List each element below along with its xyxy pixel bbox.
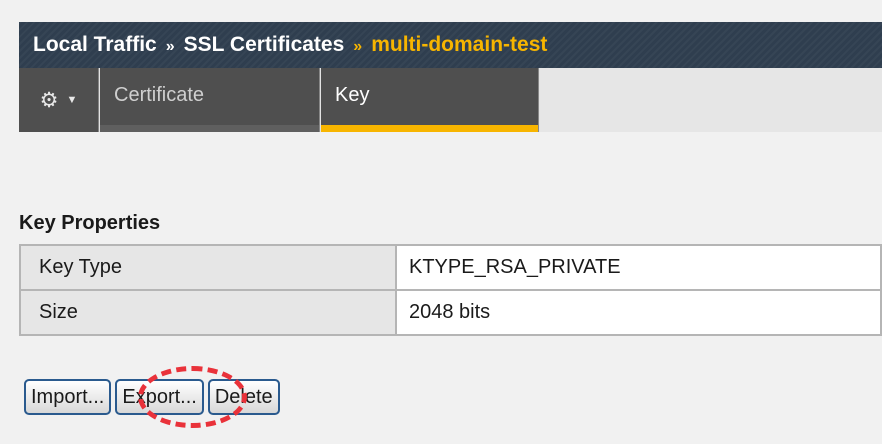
key-properties-table: Key Type KTYPE_RSA_PRIVATE Size 2048 bit… <box>19 244 882 336</box>
size-value: 2048 bits <box>395 289 882 336</box>
gear-menu-button[interactable]: ⚙ ▼ <box>19 68 99 132</box>
tab-certificate-label: Certificate <box>114 84 205 106</box>
tab-bar-filler <box>540 68 882 132</box>
key-type-value: KTYPE_RSA_PRIVATE <box>395 244 882 291</box>
action-buttons: Import... Export... Delete <box>24 379 280 415</box>
tab-key-label: Key <box>335 84 370 106</box>
tab-key[interactable]: Key <box>321 68 539 132</box>
gear-icon: ⚙ <box>39 88 59 112</box>
breadcrumb-local-traffic[interactable]: Local Traffic <box>33 33 157 57</box>
key-type-label: Key Type <box>19 244 397 291</box>
tab-certificate[interactable]: Certificate <box>100 68 320 132</box>
breadcrumb-separator: » <box>353 38 363 55</box>
breadcrumb: Local Traffic » SSL Certificates » multi… <box>19 22 882 68</box>
size-label: Size <box>19 289 397 336</box>
export-button[interactable]: Export... <box>115 379 204 415</box>
chevron-down-icon: ▼ <box>66 93 78 106</box>
section-title: Key Properties <box>19 212 161 234</box>
table-row: Size 2048 bits <box>19 289 882 336</box>
table-row: Key Type KTYPE_RSA_PRIVATE <box>19 244 882 291</box>
delete-button[interactable]: Delete <box>207 379 280 415</box>
tab-bar: ⚙ ▼ Certificate Key <box>19 68 882 132</box>
breadcrumb-separator: » <box>165 38 175 55</box>
import-button[interactable]: Import... <box>24 379 112 415</box>
breadcrumb-ssl-certificates[interactable]: SSL Certificates <box>184 33 345 57</box>
breadcrumb-current: multi-domain-test <box>371 33 548 56</box>
